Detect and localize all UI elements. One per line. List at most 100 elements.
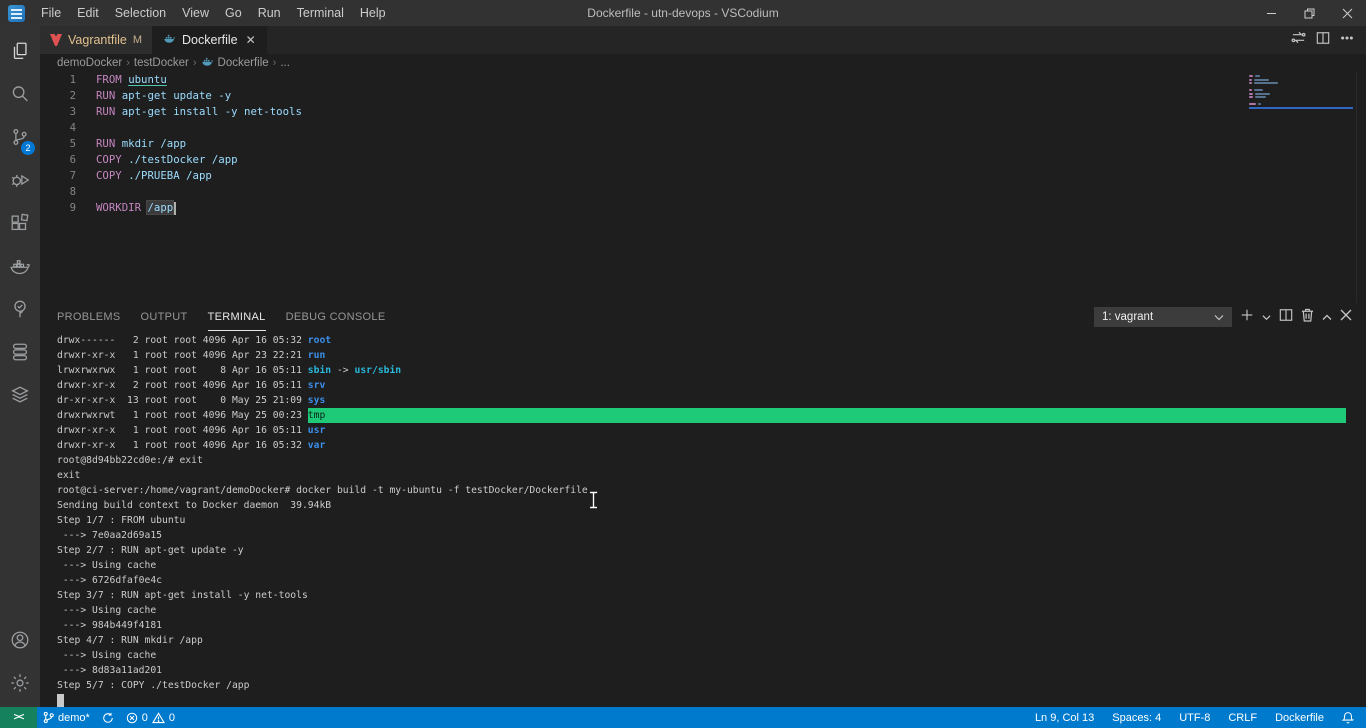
more-actions-icon[interactable]: [1340, 31, 1354, 50]
activity-bar-item-extensions[interactable]: [0, 204, 40, 247]
activity-bar-item-account[interactable]: [0, 621, 40, 664]
code-line: 4: [40, 120, 1366, 136]
maximize-panel-button[interactable]: [1322, 308, 1332, 326]
minimap-line: [1249, 86, 1353, 88]
terminal-text: tmp: [307, 408, 326, 423]
breadcrumb-item[interactable]: Dockerfile: [201, 56, 269, 70]
editor-scrollbar[interactable]: [1356, 72, 1366, 303]
terminal-line: drwxrwxrwt 1 root root 4096 May 25 00:23…: [57, 408, 1366, 423]
close-button[interactable]: [1328, 0, 1366, 26]
terminal-picker-dropdown[interactable]: 1: vagrant: [1094, 307, 1232, 327]
terminal-text: ---> Using cache: [57, 560, 157, 571]
tab-close-icon[interactable]: ✕: [246, 33, 256, 47]
code-text: COPY ./PRUEBA /app: [96, 168, 212, 184]
status-item-utf8[interactable]: UTF-8: [1173, 712, 1216, 724]
warning-count: 0: [168, 711, 176, 724]
code-line: 6 COPY ./testDocker /app: [40, 152, 1366, 168]
panel-tab-problems[interactable]: PROBLEMS: [57, 303, 121, 331]
git-branch-item[interactable]: demo*: [37, 707, 96, 728]
status-item-dockerfile[interactable]: Dockerfile: [1269, 712, 1330, 724]
panel-tab-terminal[interactable]: TERMINAL: [207, 303, 266, 331]
trash-icon: [1301, 308, 1314, 322]
code-text: RUN mkdir /app: [96, 136, 186, 152]
code-text: COPY ./testDocker /app: [96, 152, 238, 168]
terminal-text: var: [307, 440, 326, 451]
problems-item[interactable]: 0 0: [120, 707, 181, 728]
menu-run[interactable]: Run: [250, 0, 289, 26]
activity-bar-item-docker[interactable]: [0, 247, 40, 290]
terminal-text: Step 3/7 : RUN apt-get install -y net-to…: [57, 590, 308, 601]
remote-icon: ><: [13, 712, 25, 723]
notifications-bell-button[interactable]: [1336, 711, 1360, 724]
terminal-line: ---> Using cache: [57, 558, 1366, 573]
terminal-text: Step 1/7 : FROM ubuntu: [57, 515, 186, 526]
new-terminal-button[interactable]: [1240, 308, 1254, 327]
activity-bar-item-source-control[interactable]: 2: [0, 118, 40, 161]
activity-bar-item-test-explorer[interactable]: [0, 290, 40, 333]
minimap[interactable]: [1249, 75, 1353, 109]
terminal-text: ---> 7e0aa2d69a15: [57, 530, 162, 541]
menu-edit[interactable]: Edit: [69, 0, 107, 26]
status-item-spaces[interactable]: Spaces: 4: [1106, 712, 1167, 724]
kill-terminal-button[interactable]: [1301, 308, 1314, 327]
terminal-text: drwxrwxrwt 1 root root 4096 May 25 00:23: [57, 410, 308, 421]
open-changes-icon[interactable]: [1291, 30, 1306, 50]
split-editor-icon[interactable]: [1316, 31, 1330, 50]
menu-file[interactable]: File: [33, 0, 69, 26]
terminal-text: drwxr-xr-x 2 root root 4096 Apr 16 05:11: [57, 380, 308, 391]
activity-bar-item-explorer[interactable]: [0, 32, 40, 75]
terminal-line: [57, 693, 1366, 707]
title-bar-left: File Edit Selection View Go Run Terminal Help: [0, 0, 394, 26]
menu-terminal[interactable]: Terminal: [289, 0, 352, 26]
menu-view[interactable]: View: [174, 0, 217, 26]
minimap-segment: [1249, 75, 1254, 77]
activity-bar-item-settings-gear[interactable]: [0, 664, 40, 707]
terminal-text: ---> 6726dfaf0e4c: [57, 575, 162, 586]
terminal-text: sbin: [307, 365, 332, 376]
minimize-button[interactable]: [1252, 0, 1290, 26]
activity-bar-item-search[interactable]: [0, 75, 40, 118]
terminal[interactable]: drwx------ 2 root root 4096 Apr 16 05:32…: [40, 331, 1366, 707]
code-token: apt-get update -y: [121, 89, 232, 102]
breadcrumb-item[interactable]: demoDocker: [57, 57, 122, 69]
terminal-text: Step 4/7 : RUN mkdir /app: [57, 635, 203, 646]
restore-button[interactable]: [1290, 0, 1328, 26]
bottom-panel: PROBLEMS OUTPUT TERMINAL DEBUG CONSOLE 1: v…: [40, 303, 1366, 707]
line-number: 6: [69, 153, 76, 166]
plus-icon: [1241, 309, 1253, 320]
code-editor[interactable]: 1 FROM ubuntu 2 RUN apt-get update -y 3 RUN a…: [40, 72, 1366, 303]
panel-tab-output[interactable]: OUTPUT: [141, 303, 188, 331]
minimap-segment: [1249, 96, 1254, 98]
sync-button[interactable]: [96, 707, 120, 728]
breadcrumb-item[interactable]: testDocker: [134, 57, 189, 69]
menu-selection[interactable]: Selection: [107, 0, 174, 26]
database-icon: [9, 341, 31, 368]
minimap-line: [1249, 100, 1353, 102]
terminal-text: sys: [307, 395, 326, 406]
editor-tab-vagrantfile[interactable]: Vagrantfile M: [40, 26, 154, 54]
close-icon: [1342, 8, 1352, 18]
breadcrumb-item[interactable]: ...: [280, 57, 290, 69]
split-terminal-button[interactable]: [1279, 308, 1293, 327]
menu-help[interactable]: Help: [352, 0, 394, 26]
close-panel-button[interactable]: [1340, 308, 1352, 326]
remote-indicator[interactable]: ><: [0, 707, 37, 728]
activity-bar-item-run-and-debug[interactable]: [0, 161, 40, 204]
tab-label: Vagrantfile: [68, 33, 127, 47]
activity-bar-item-database[interactable]: [0, 333, 40, 376]
new-terminal-chevron[interactable]: [1262, 308, 1271, 326]
status-item-crlf[interactable]: CRLF: [1222, 712, 1263, 724]
terminal-text: drwx------ 2 root root 4096 Apr 16 05:32: [57, 335, 308, 346]
menu-go[interactable]: Go: [217, 0, 250, 26]
minimap-segment: [1249, 82, 1253, 84]
terminal-text: ---> Using cache: [57, 605, 157, 616]
terminal-text: Step 5/7 : COPY ./testDocker /app: [57, 680, 250, 691]
panel-actions: 1: vagrant: [1094, 307, 1366, 327]
editor-tab-dockerfile[interactable]: Dockerfile ✕: [153, 26, 267, 54]
code-token: ./PRUEBA /app: [128, 169, 212, 182]
status-item-ln[interactable]: Ln 9, Col 13: [1029, 712, 1100, 724]
panel-tab-debug-console[interactable]: DEBUG CONSOLE: [286, 303, 386, 331]
breadcrumb-label: testDocker: [133, 57, 189, 69]
activity-bar-item-layers[interactable]: [0, 376, 40, 419]
explorer-icon: [9, 40, 31, 67]
